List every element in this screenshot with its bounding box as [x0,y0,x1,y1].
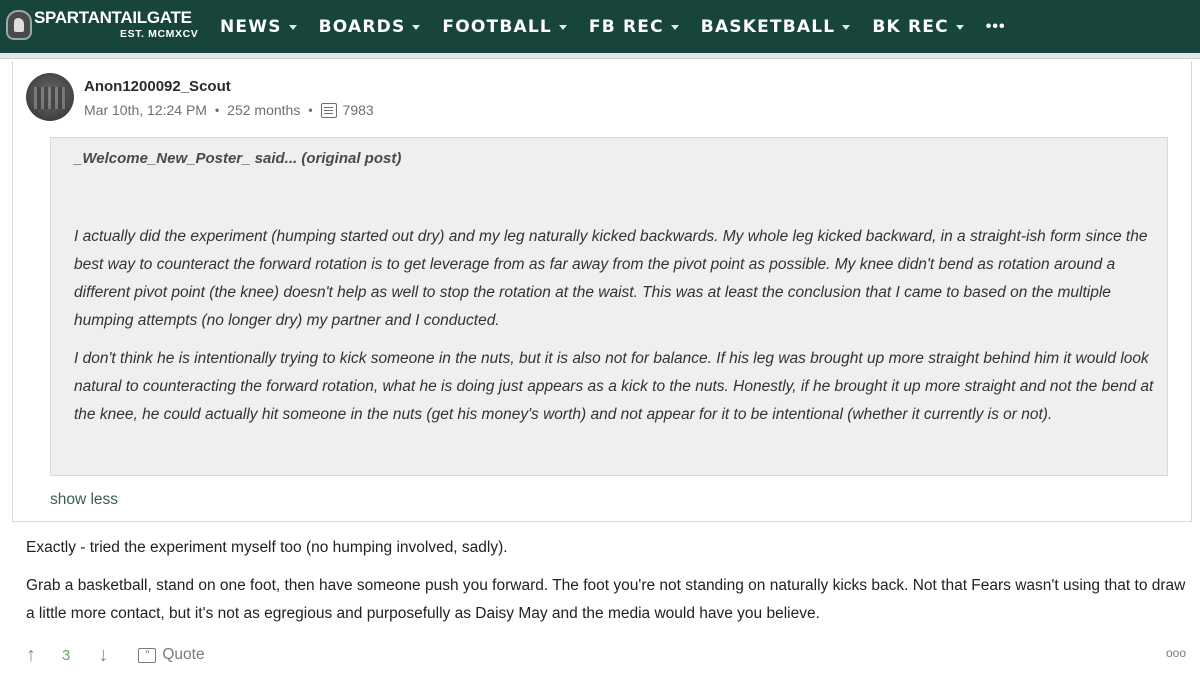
quote-paragraph: I don't think he is intentionally trying… [74,350,1154,423]
quote-icon: ” [138,647,157,663]
caret-down-icon [412,25,421,30]
quoted-post: _Welcome_New_Poster_ said... (original p… [50,137,1168,476]
post-count[interactable]: 7983 [343,102,374,118]
separator-dot: • [308,103,313,117]
member-tenure: 252 months [227,102,301,118]
nav-item-label: FB REC [588,16,664,37]
caret-down-icon [670,25,679,30]
quote-button[interactable]: ” Quote [138,646,205,664]
caret-down-icon [288,25,297,30]
post-username[interactable]: Anon1200092_Scout [84,78,231,95]
caret-down-icon [558,25,567,30]
spartan-helmet-icon [6,10,32,40]
nav-item-news[interactable]: NEWS [220,17,297,37]
logo-title: SPARTANTAILGATE [34,8,192,27]
nav-item-label: BOARDS [318,16,406,37]
nav-item-football[interactable]: FOOTBALL [442,17,567,37]
separator-dot: • [214,103,220,117]
post-options-menu[interactable]: ooo [1166,646,1186,660]
quote-header[interactable]: _Welcome_New_Poster_ said... (original p… [74,150,401,167]
nav-item-basketball[interactable]: BASKETBALL [701,17,851,37]
caret-down-icon [842,25,851,30]
nav-item-label: NEWS [220,16,282,37]
comment-icon [320,102,337,118]
nav-item-label: BASKETBALL [700,16,836,37]
nav-more-menu[interactable]: ••• [986,18,1006,36]
nav-item-label: FOOTBALL [442,16,552,37]
post-timestamp[interactable]: Mar 10th, 12:24 PM [84,102,207,118]
show-less-link[interactable]: show less [50,491,118,509]
upvote-arrow-icon[interactable]: ↑ [26,645,36,665]
nav-item-boards[interactable]: BOARDS [319,17,421,37]
site-logo[interactable]: SPARTANTAILGATE EST. MCMXCV [4,6,204,46]
post-actions: ↑ 3 ↓ ” Quote [26,642,205,668]
downvote-arrow-icon[interactable]: ↓ [98,645,108,665]
post-body-paragraph: Exactly - tried the experiment myself to… [26,539,508,556]
nav-subbar [0,53,1200,59]
post-meta: Mar 10th, 12:24 PM • 252 months • 7983 [84,102,374,118]
avatar[interactable] [26,73,74,121]
nav-menu: NEWS BOARDS FOOTBALL FB REC BASKETBALL B… [220,0,1006,53]
nav-item-label: BK REC [872,16,949,37]
quote-button-label: Quote [162,646,205,663]
top-navigation-bar: SPARTANTAILGATE EST. MCMXCV NEWS BOARDS … [0,0,1200,53]
quote-paragraph: I actually did the experiment (humping s… [74,228,1148,329]
nav-item-fb-rec[interactable]: FB REC [589,17,679,37]
caret-down-icon [955,25,964,30]
nav-item-bk-rec[interactable]: BK REC [872,16,964,37]
post-body-paragraph: Grab a basketball, stand on one foot, th… [26,577,1186,622]
logo-subtitle: EST. MCMXCV [120,28,199,40]
vote-count: 3 [62,646,71,664]
